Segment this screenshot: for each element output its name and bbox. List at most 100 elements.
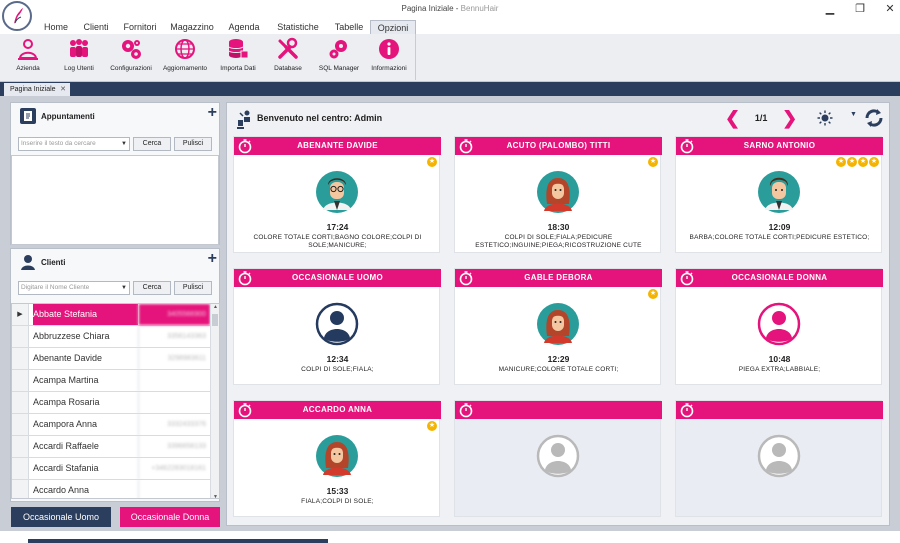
tab-agenda[interactable]: Agenda [224,20,264,34]
next-page-button[interactable]: ❯ [782,109,797,127]
clients-clear-button[interactable]: Pulisci [174,281,212,295]
tab-magazzino[interactable]: Magazzino [166,20,218,34]
table-row[interactable]: Accardi Raffaele 3396658133 [12,436,210,458]
sun-icon[interactable] [817,110,833,126]
tab-opzioni[interactable]: Opzioni [370,20,416,34]
appointments-search-input[interactable]: Inserire il testo da cercare ▼ [18,137,130,151]
client-name: Accardi Raffaele [33,441,99,451]
card-client-name: ACUTO (PALOMBO) TITTI [506,141,611,150]
client-name: Accardi Stafania [33,463,99,473]
table-row[interactable]: Accardi Stafania +3462283018161 [12,458,210,480]
appointment-card[interactable]: OCCASIONALE UOMO 12:34 COLPI DI SOLE;FIALA… [233,268,441,385]
table-row[interactable]: Abenante Davide 3298983611 [12,348,210,370]
database-import-icon [228,39,249,59]
appointments-list[interactable] [11,155,219,245]
appointments-clear-button[interactable]: Pulisci [174,137,212,151]
table-row[interactable]: Accardo Anna [12,480,210,498]
appointment-card[interactable]: ACCARDO ANNA ★ 15:33 FIALA;COLPI DI SOLE; [233,400,441,517]
tab-statistiche[interactable]: Statistiche [270,20,326,34]
restore-button[interactable]: ❐ [854,2,866,15]
clients-search-button[interactable]: Cerca [133,281,171,295]
ribbon-button-database[interactable]: Database [268,37,308,77]
client-name: Accardo Anna [33,485,90,495]
company-icon [18,39,38,60]
clients-search-row: Digitare il Nome Cliente ▼ Cerca Pulisci [18,281,212,295]
appointments-search-button[interactable]: Cerca [133,137,171,151]
timer-icon[interactable] [679,402,695,418]
client-name: Abenante Davide [33,353,103,363]
refresh-icon[interactable] [863,107,885,129]
add-appointment-button[interactable]: + [208,104,217,122]
table-row[interactable]: Acampora Anna 3332433376 [12,414,210,436]
card-header: GABLE DEBORA [455,269,662,287]
previous-page-button[interactable]: ❮ [725,109,740,127]
chevron-down-icon[interactable]: ▼ [121,282,127,294]
empty-appointment-card[interactable] [454,400,662,517]
scroll-up-icon[interactable]: ▲ [211,304,219,310]
chevron-down-icon[interactable]: ▼ [121,138,127,150]
appointment-card[interactable]: ABENANTE DAVIDE ★ 17:24 COLORE TOTALE CORTI… [233,136,441,253]
empty-appointment-card[interactable] [675,400,883,517]
minimize-button[interactable]: ▁ [824,2,836,15]
card-time: 10:48 [768,354,791,364]
ribbon-button-aggiornamento[interactable]: Aggiornamento [158,37,212,77]
table-row[interactable]: Abbruzzese Chiara 3356143363 [12,326,210,348]
close-tab-icon[interactable]: ✕ [60,83,66,96]
appointment-card[interactable]: OCCASIONALE DONNA 10:48 PIEGA EXTRA;LABBIA… [675,268,883,385]
table-row[interactable]: Acampa Rosaria [12,392,210,414]
card-header: SARNO ANTONIO [676,137,883,155]
info-icon [379,39,399,59]
client-phone [138,370,210,391]
ribbon-button-importa-dati[interactable]: Importa Dati [214,37,262,77]
document-tab-pagina-iniziale[interactable]: Pagina Iniziale ✕ [4,83,70,96]
main-header: Benvenuto nel centro: Admin ❮ 1/1 ❯ ▼ [227,103,889,133]
ribbon-button-log-utenti[interactable]: Log Utenti [56,37,102,77]
occasional-female-button[interactable]: Occasionale Donna [120,507,220,527]
close-button[interactable]: ✕ [884,2,896,15]
star-icon: ★ [427,157,437,167]
client-phone [138,392,210,413]
client-name: Abbruzzese Chiara [33,331,110,341]
appointment-card[interactable]: SARNO ANTONIO ★ ★ ★ ★ 12:09 BARBA;COLORE TOTAL… [675,136,883,253]
rating-stars: ★ ★ ★ ★ [836,157,879,167]
ribbon-label: Informazioni [371,65,407,72]
row-indicator [12,458,29,479]
timer-icon[interactable] [458,402,474,418]
scrollbar-thumb[interactable] [212,314,218,326]
ribbon-button-sql-manager[interactable]: SQL Manager [314,37,364,77]
app-logo[interactable] [2,1,32,31]
appointment-card[interactable]: GABLE DEBORA ★ 12:29 MANICURE;COLORE TOTALE… [454,268,662,385]
tab-clienti[interactable]: Clienti [78,20,114,34]
rating-stars: ★ [427,157,437,167]
menu-bar: Home Clienti Fornitori Magazzino Agenda … [0,20,900,34]
card-header [455,401,662,419]
tab-tabelle[interactable]: Tabelle [330,20,368,34]
clients-scrollbar[interactable]: ▲ ▼ [210,304,219,498]
scroll-down-icon[interactable]: ▼ [211,494,219,498]
table-row[interactable]: Acampa Martina [12,370,210,392]
ribbon-button-azienda[interactable]: Azienda [6,37,50,77]
card-time: 12:09 [768,222,791,232]
avatar [536,434,580,478]
ribbon-button-configurazioni[interactable]: Configurazioni [106,37,156,77]
add-client-button[interactable]: + [208,250,217,268]
client-phone: 3332433376 [138,414,210,435]
card-services: COLPI DI SOLE;FIALA; [301,366,374,373]
table-row[interactable]: ▶ Abbate Stefania 3405566900 [12,304,210,326]
tab-home[interactable]: Home [38,20,74,34]
appointment-card[interactable]: ACUTO (PALOMBO) TITTI ★ 18:30 COLPI DI SOLE… [454,136,662,253]
occasional-male-button[interactable]: Occasionale Uomo [11,507,111,527]
rating-stars: ★ [648,157,658,167]
card-client-name: SARNO ANTONIO [743,141,816,150]
tab-fornitori[interactable]: Fornitori [118,20,162,34]
clients-search-input[interactable]: Digitare il Nome Cliente ▼ [18,281,130,295]
theme-dropdown-icon[interactable]: ▼ [850,111,857,118]
card-services: MANICURE;COLORE TOTALE CORTI; [498,366,619,373]
ribbon-label: Database [274,65,302,72]
card-services: FIALA;COLPI DI SOLE; [301,498,374,505]
ribbon-button-informazioni[interactable]: Informazioni [366,37,412,77]
avatar [315,170,359,214]
document-tab-strip: Pagina Iniziale ✕ [0,82,900,96]
ribbon-label: SQL Manager [318,65,360,72]
card-time: 17:24 [326,222,349,232]
